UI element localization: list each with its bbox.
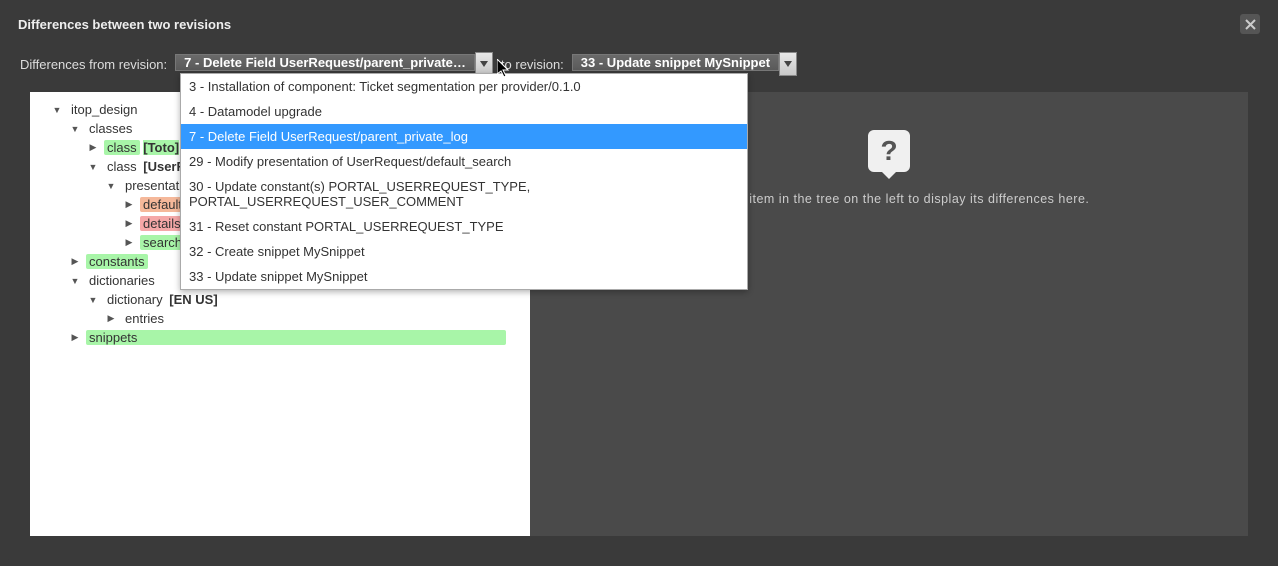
- tree-snippets[interactable]: ▶ snippets: [30, 328, 530, 347]
- tree-toggle-icon[interactable]: ▶: [68, 256, 82, 267]
- tree-toggle-icon[interactable]: ▶: [122, 199, 136, 210]
- tree-item-bracket: [Toto]: [143, 140, 179, 155]
- tree-toggle-icon[interactable]: ▶: [104, 313, 118, 324]
- tree-item-label: classes: [86, 121, 135, 136]
- tree-item-label: search: [140, 235, 185, 250]
- tree-toggle-icon[interactable]: ▶: [122, 218, 136, 229]
- mouse-cursor: [497, 59, 513, 84]
- dialog-title: Differences between two revisions: [18, 17, 231, 32]
- tree-item-label: details: [140, 216, 184, 231]
- tree-item-label: dictionary: [104, 292, 166, 307]
- dropdown-item[interactable]: 4 - Datamodel upgrade: [181, 99, 747, 124]
- tree-entries[interactable]: ▶ entries: [30, 309, 530, 328]
- question-icon: ?: [868, 130, 910, 172]
- to-revision-value: 33 - Update snippet MySnippet: [572, 54, 779, 71]
- tree-toggle-icon[interactable]: ▼: [68, 124, 82, 134]
- tree-toggle-icon[interactable]: ▶: [68, 332, 82, 343]
- dropdown-item[interactable]: 32 - Create snippet MySnippet: [181, 239, 747, 264]
- dropdown-item[interactable]: 3 - Installation of component: Ticket se…: [181, 74, 747, 99]
- close-button[interactable]: [1240, 14, 1260, 34]
- tree-toggle-icon[interactable]: ▼: [50, 105, 64, 115]
- dropdown-item[interactable]: 33 - Update snippet MySnippet: [181, 264, 747, 289]
- tree-item-label: class: [104, 159, 140, 174]
- dropdown-item[interactable]: 7 - Delete Field UserRequest/parent_priv…: [181, 124, 747, 149]
- tree-item-label: entries: [122, 311, 167, 326]
- chevron-down-icon[interactable]: [779, 52, 797, 76]
- dialog-header: Differences between two revisions: [6, 6, 1272, 44]
- tree-item-label: snippets: [86, 330, 506, 345]
- tree-toggle-icon[interactable]: ▼: [68, 276, 82, 286]
- tree-toggle-icon[interactable]: ▶: [86, 142, 100, 153]
- tree-toggle-icon[interactable]: ▼: [86, 162, 100, 172]
- tree-item-label: constants: [86, 254, 148, 269]
- tree-toggle-icon[interactable]: ▼: [86, 295, 100, 305]
- tree-toggle-icon[interactable]: ▶: [122, 237, 136, 248]
- dropdown-item[interactable]: 31 - Reset constant PORTAL_USERREQUEST_T…: [181, 214, 747, 239]
- from-revision-dropdown[interactable]: 3 - Installation of component: Ticket se…: [180, 73, 748, 290]
- diff-placeholder-text: Select an item in the tree on the left t…: [689, 192, 1090, 206]
- tree-item-label: dictionaries: [86, 273, 158, 288]
- from-revision-value: 7 - Delete Field UserRequest/parent_priv…: [175, 54, 475, 71]
- dropdown-item[interactable]: 30 - Update constant(s) PORTAL_USERREQUE…: [181, 174, 747, 214]
- close-icon: [1245, 19, 1256, 30]
- tree-item-label: itop_design: [68, 102, 141, 117]
- tree-dictionary-enus[interactable]: ▼ dictionary [EN US]: [30, 290, 530, 309]
- from-revision-label: Differences from revision:: [20, 57, 167, 72]
- tree-toggle-icon[interactable]: ▼: [104, 181, 118, 191]
- dropdown-item[interactable]: 29 - Modify presentation of UserRequest/…: [181, 149, 747, 174]
- tree-item-bracket: [EN US]: [169, 292, 217, 307]
- tree-item-label: class: [104, 140, 140, 155]
